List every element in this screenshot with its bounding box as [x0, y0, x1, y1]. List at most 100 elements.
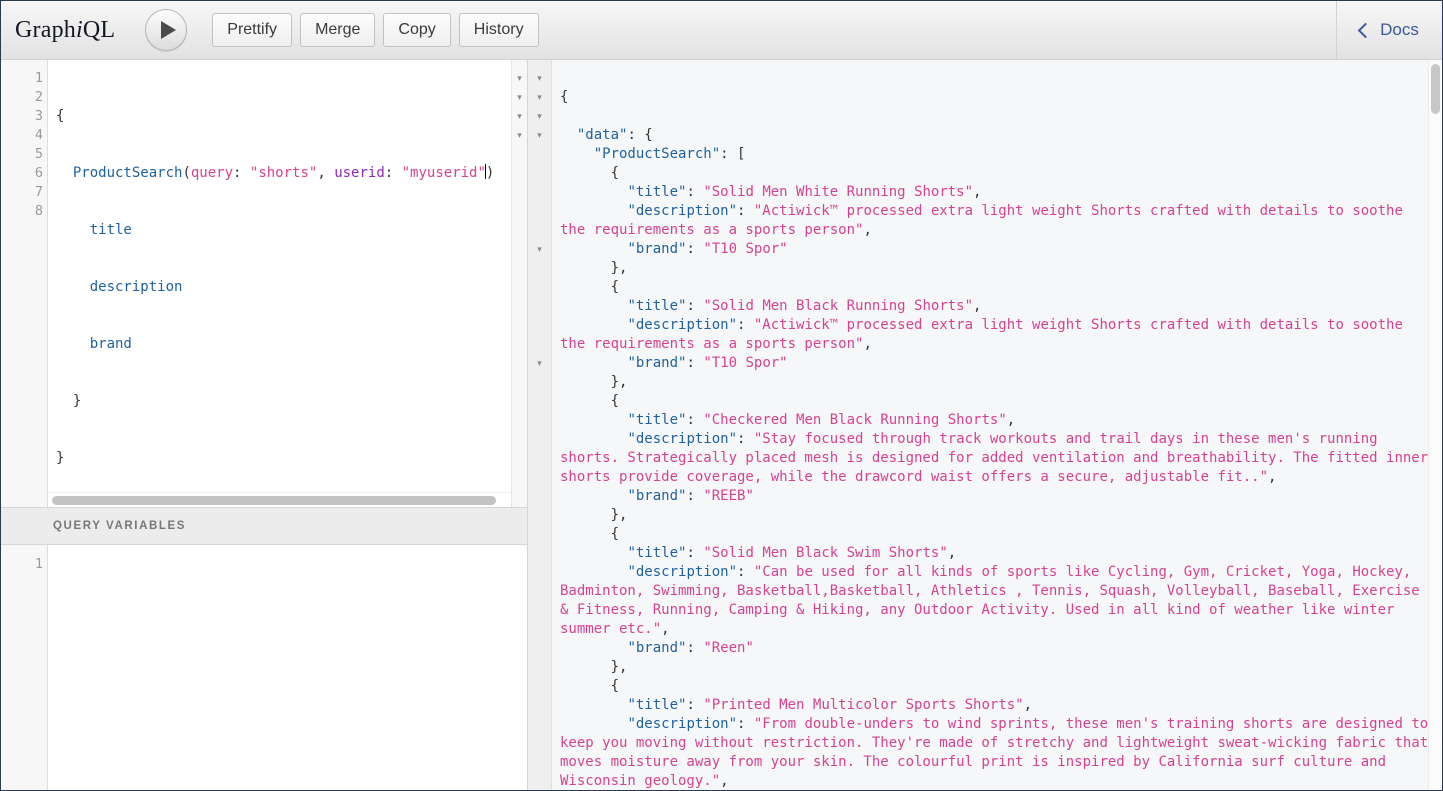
logo-text-part2: QL — [82, 16, 116, 43]
item-brand-value: "T10 Spor" — [703, 241, 788, 257]
query-arg1-name: query — [190, 165, 234, 181]
result-root-open: { — [560, 89, 569, 105]
colon: : — [686, 640, 704, 656]
comma: , — [1023, 697, 1033, 713]
colon: : — [686, 298, 704, 314]
prettify-button[interactable]: Prettify — [212, 13, 293, 47]
docs-label: Docs — [1380, 20, 1419, 39]
colon: : — [686, 545, 704, 561]
toolbar-button-group: Prettify Merge Copy History — [212, 13, 539, 47]
query-editor[interactable]: 1 2 3 4 5 6 7 8 { ProductSearch(query: "… — [1, 60, 527, 507]
app-logo: GraphiQL — [15, 17, 115, 44]
query-line-number-gutter: 1 2 3 4 5 6 7 8 — [1, 60, 48, 507]
item-title-value: "Solid Men White Running Shorts" — [703, 184, 974, 200]
spacer: { — [610, 165, 620, 181]
item-brand-key: "brand" — [627, 241, 687, 257]
colon: : — [384, 165, 402, 181]
query-horizontal-scrollbar[interactable] — [48, 492, 511, 507]
line-number: 1 — [34, 556, 43, 572]
graphiql-app: GraphiQL Prettify Merge Copy History Doc… — [0, 0, 1443, 791]
result-data-key: "data" — [576, 127, 628, 143]
colon: : — [737, 317, 754, 333]
result-productsearch-key: "ProductSearch" — [593, 146, 721, 162]
selection-description: description — [89, 279, 183, 295]
fold-arrow-icon[interactable]: ▾ — [512, 69, 527, 88]
query-variables-editor[interactable]: 1 — [1, 545, 527, 790]
comma: , — [863, 222, 872, 238]
code-line-5: brand — [56, 335, 527, 354]
item-title-key: "title" — [627, 697, 687, 713]
selection-brand: brand — [89, 336, 132, 352]
item-title-key: "title" — [627, 184, 687, 200]
query-variables-title: QUERY VARIABLES — [53, 520, 187, 532]
line-number: 5 — [34, 146, 43, 162]
fold-arrow-icon[interactable]: ▾ — [528, 126, 551, 145]
line-number: 6 — [34, 165, 43, 181]
code-line-2: ProductSearch(query: "shorts", userid: "… — [56, 164, 527, 183]
comma: , — [661, 621, 670, 637]
scrollbar-thumb[interactable] — [1431, 64, 1440, 114]
left-pane: 1 2 3 4 5 6 7 8 { ProductSearch(query: "… — [1, 60, 528, 790]
fold-arrow-icon[interactable]: ▾ — [528, 88, 551, 107]
line-number: 2 — [34, 89, 43, 105]
merge-button[interactable]: Merge — [300, 13, 376, 47]
comma: , — [973, 298, 982, 314]
fold-arrow-icon[interactable]: ▾ — [512, 126, 527, 145]
fold-arrow-icon[interactable]: ▾ — [528, 240, 551, 259]
spacer: }, { — [610, 260, 628, 295]
colon: : — [686, 697, 704, 713]
item-brand-value: "Reen" — [703, 640, 754, 656]
variables-line-number-gutter: 1 — [1, 545, 48, 790]
toolbar: GraphiQL Prettify Merge Copy History Doc… — [1, 1, 1442, 60]
fold-arrow-icon[interactable]: ▾ — [512, 107, 527, 126]
copy-button[interactable]: Copy — [383, 13, 451, 47]
execute-query-button[interactable] — [145, 9, 188, 51]
line-number: 4 — [34, 127, 43, 143]
docs-button-inner: Docs — [1357, 20, 1419, 40]
colon: : — [233, 165, 250, 181]
comma: , — [973, 184, 982, 200]
fold-arrow-icon[interactable]: ▾ — [528, 354, 551, 373]
code-line-6: } — [56, 392, 527, 411]
item-title-value: "Checkered Men Black Running Shorts" — [703, 412, 1007, 428]
code-line-3: title — [56, 221, 527, 240]
query-code-area[interactable]: { ProductSearch(query: "shorts", userid:… — [48, 60, 527, 507]
item-description-key: "description" — [627, 431, 738, 447]
query-variables-header[interactable]: QUERY VARIABLES — [1, 507, 527, 545]
item-brand-value: "T10 Spor" — [703, 355, 788, 371]
variables-code-area[interactable] — [48, 545, 527, 790]
item-brand-value: "REEB" — [703, 488, 754, 504]
colon: : [ — [720, 146, 746, 162]
item-brand-key: "brand" — [627, 488, 687, 504]
result-pane: ▾ ▾ ▾ ▾ ▾ ▾ { "data": { "ProductSearch":… — [528, 60, 1442, 790]
editor-split: 1 2 3 4 5 6 7 8 { ProductSearch(query: "… — [1, 60, 1442, 790]
result-fold-gutter: ▾ ▾ ▾ ▾ ▾ ▾ — [528, 60, 552, 790]
fold-arrow-icon[interactable]: ▾ — [528, 69, 551, 88]
scrollbar-thumb[interactable] — [52, 495, 497, 505]
fold-arrow-icon[interactable]: ▾ — [512, 88, 527, 107]
line-number: 1 — [34, 70, 43, 86]
brace-close-outer: } — [56, 450, 65, 466]
history-button[interactable]: History — [458, 13, 539, 47]
item-title-key: "title" — [627, 298, 687, 314]
fold-arrow-icon[interactable]: ▾ — [528, 107, 551, 126]
docs-button[interactable]: Docs — [1336, 1, 1442, 59]
result-code-area[interactable]: { "data": { "ProductSearch": [ { "title"… — [552, 60, 1442, 790]
chevron-left-icon — [1357, 22, 1374, 39]
result-vertical-scrollbar[interactable] — [1428, 60, 1442, 790]
spacer: }, { — [610, 374, 628, 409]
